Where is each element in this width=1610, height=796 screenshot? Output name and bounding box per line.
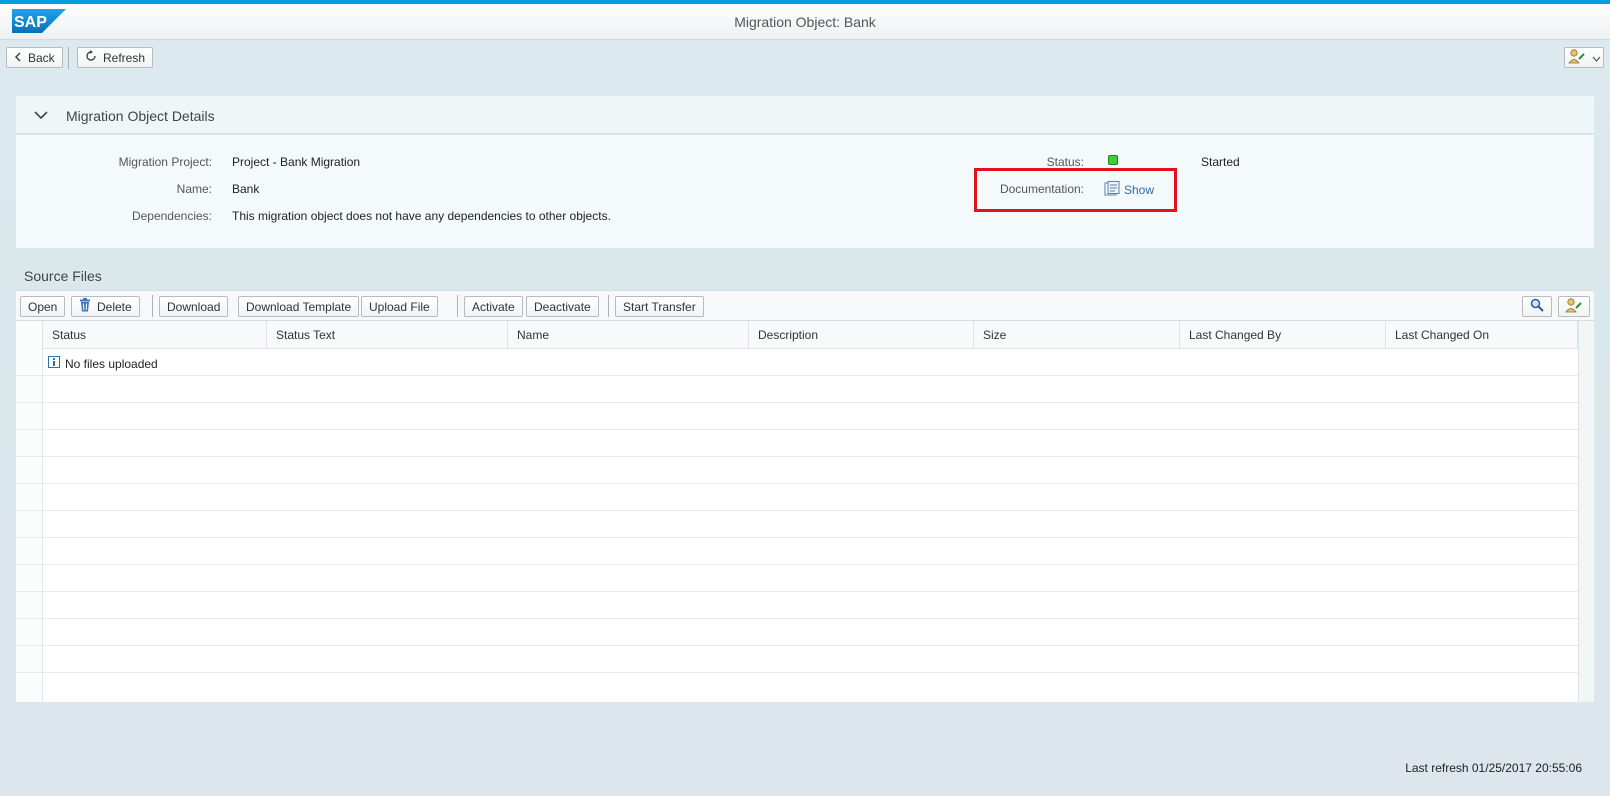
column-header-size[interactable]: Size bbox=[974, 321, 1180, 349]
user-settings-icon bbox=[1565, 297, 1583, 316]
toolbar-separator bbox=[68, 47, 69, 69]
main-toolbar: Back Refresh bbox=[0, 41, 1610, 81]
back-button-label: Back bbox=[28, 50, 55, 65]
empty-table-message-text: No files uploaded bbox=[65, 356, 158, 371]
info-icon bbox=[48, 356, 60, 371]
row-selector[interactable] bbox=[16, 538, 43, 564]
table-settings-button[interactable] bbox=[1558, 296, 1590, 317]
row-selector[interactable] bbox=[16, 565, 43, 591]
row-selector[interactable] bbox=[16, 349, 43, 375]
status-indicator-icon bbox=[1108, 155, 1118, 165]
table-row[interactable] bbox=[16, 619, 1578, 646]
refresh-button[interactable]: Refresh bbox=[77, 47, 154, 68]
download-button[interactable]: Download bbox=[159, 296, 229, 317]
column-header-status-text[interactable]: Status Text bbox=[267, 321, 508, 349]
download-template-button[interactable]: Download Template bbox=[238, 296, 360, 317]
status-value: Started bbox=[1201, 155, 1240, 169]
dependencies-value: This migration object does not have any … bbox=[232, 209, 611, 223]
table-row[interactable] bbox=[16, 565, 1578, 592]
activate-button[interactable]: Activate bbox=[464, 296, 523, 317]
upload-file-button[interactable]: Upload File bbox=[361, 296, 438, 317]
search-icon bbox=[1530, 298, 1544, 315]
source-files-table: Status Status Text Name Description Size… bbox=[16, 321, 1594, 702]
search-button[interactable] bbox=[1522, 296, 1552, 317]
table-row[interactable] bbox=[16, 430, 1578, 457]
table-scrollbar[interactable] bbox=[1578, 321, 1594, 702]
source-files-title: Source Files bbox=[24, 268, 102, 284]
chevron-left-icon bbox=[14, 51, 22, 65]
row-selector[interactable] bbox=[16, 484, 43, 510]
row-selector[interactable] bbox=[16, 511, 43, 537]
row-selector[interactable] bbox=[16, 457, 43, 483]
select-all-cell[interactable] bbox=[16, 321, 43, 349]
back-button[interactable]: Back bbox=[6, 47, 63, 68]
column-header-description[interactable]: Description bbox=[749, 321, 974, 349]
table-row[interactable]: No files uploaded bbox=[16, 349, 1578, 376]
row-selector[interactable] bbox=[16, 673, 43, 702]
delete-button-label: Delete bbox=[97, 299, 132, 314]
details-title: Migration Object Details bbox=[66, 108, 215, 124]
shell-bar: SAP Migration Object: Bank bbox=[0, 4, 1610, 40]
row-selector[interactable] bbox=[16, 430, 43, 456]
migration-project-label: Migration Project: bbox=[118, 155, 212, 169]
chevron-down-icon bbox=[1592, 51, 1601, 65]
migration-project-value: Project - Bank Migration bbox=[232, 155, 361, 169]
start-transfer-button[interactable]: Start Transfer bbox=[615, 296, 704, 317]
column-header-name[interactable]: Name bbox=[508, 321, 749, 349]
toolbar-separator bbox=[608, 295, 609, 317]
column-header-status[interactable]: Status bbox=[43, 321, 267, 349]
documentation-highlight-box bbox=[974, 168, 1177, 212]
table-row[interactable] bbox=[16, 511, 1578, 538]
trash-icon bbox=[79, 298, 91, 315]
status-label: Status: bbox=[1046, 155, 1084, 169]
last-refresh-status: Last refresh 01/25/2017 20:55:06 bbox=[1405, 761, 1582, 775]
row-selector[interactable] bbox=[16, 403, 43, 429]
table-header: Status Status Text Name Description Size… bbox=[16, 321, 1578, 349]
row-selector[interactable] bbox=[16, 646, 43, 672]
deactivate-button[interactable]: Deactivate bbox=[526, 296, 599, 317]
name-value: Bank bbox=[232, 182, 260, 196]
open-button[interactable]: Open bbox=[20, 296, 66, 317]
refresh-icon bbox=[85, 50, 97, 65]
refresh-button-label: Refresh bbox=[103, 50, 146, 65]
toolbar-separator bbox=[457, 295, 458, 317]
name-label: Name: bbox=[176, 182, 212, 196]
table-row[interactable] bbox=[16, 457, 1578, 484]
row-selector[interactable] bbox=[16, 376, 43, 402]
dependencies-label: Dependencies: bbox=[131, 209, 212, 223]
table-row[interactable] bbox=[16, 646, 1578, 673]
user-settings-icon bbox=[1567, 48, 1586, 67]
toolbar-separator bbox=[152, 295, 153, 317]
table-row[interactable] bbox=[16, 403, 1578, 430]
table-row[interactable] bbox=[16, 484, 1578, 511]
table-row[interactable] bbox=[16, 592, 1578, 619]
table-row[interactable] bbox=[16, 376, 1578, 403]
table-row[interactable] bbox=[16, 538, 1578, 565]
personalize-menu-button[interactable] bbox=[1564, 47, 1604, 68]
page-title: Migration Object: Bank bbox=[734, 14, 876, 30]
migration-object-details-header[interactable]: Migration Object Details bbox=[16, 96, 1594, 134]
source-files-toolbar: Open Delete Download Download Template U… bbox=[16, 290, 1594, 321]
row-selector[interactable] bbox=[16, 619, 43, 645]
table-row[interactable] bbox=[16, 673, 1578, 702]
column-header-last-changed-by[interactable]: Last Changed By bbox=[1180, 321, 1386, 349]
empty-table-message: No files uploaded bbox=[48, 356, 158, 371]
delete-button[interactable]: Delete bbox=[71, 296, 140, 317]
chevron-down-icon[interactable] bbox=[32, 106, 50, 124]
row-selector[interactable] bbox=[16, 592, 43, 618]
column-header-last-changed-on[interactable]: Last Changed On bbox=[1386, 321, 1578, 349]
